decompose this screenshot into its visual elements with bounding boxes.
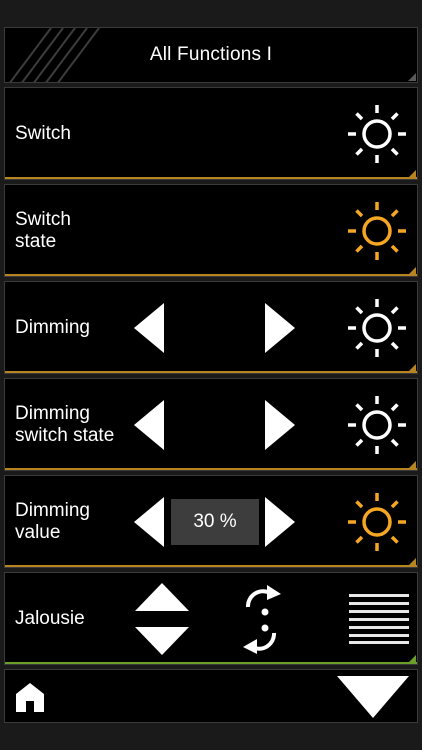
row-underline [5, 565, 417, 567]
row-underline [5, 274, 417, 276]
row-label: Dimming [15, 316, 90, 338]
row-label: Switch [15, 122, 71, 144]
row-underline [5, 468, 417, 470]
footer-bar [4, 669, 418, 723]
header-bar: All Functions I [4, 27, 418, 83]
row-label: Jalousie [15, 607, 85, 629]
blinds-icon [349, 594, 409, 644]
page-title: All Functions I [149, 44, 273, 65]
corner-marker [408, 461, 416, 469]
light-bulb-icon [348, 201, 406, 260]
up-triangle-icon[interactable] [135, 583, 189, 611]
light-bulb-icon[interactable] [345, 393, 409, 457]
dim-down-arrow-icon[interactable] [134, 302, 164, 353]
row-underline [5, 371, 417, 373]
corner-marker [408, 267, 416, 275]
dim-up-arrow-icon[interactable] [265, 302, 295, 353]
corner-marker [408, 170, 416, 178]
home-icon[interactable] [13, 680, 47, 714]
row-label: Switch state [15, 208, 71, 252]
rotate-slats-icon[interactable] [237, 581, 287, 659]
row-label: Dimming value [15, 499, 90, 543]
dim-up-arrow-icon[interactable] [265, 399, 295, 450]
light-bulb-icon[interactable] [345, 296, 409, 360]
function-row-dimming-switch-state[interactable]: Dimming switch state [4, 378, 418, 471]
function-row-dimming-value[interactable]: Dimming value 30 % [4, 475, 418, 568]
corner-marker [408, 655, 416, 663]
light-bulb-icon[interactable] [345, 102, 409, 166]
dimming-value-display[interactable]: 30 % [171, 498, 259, 545]
corner-marker [408, 364, 416, 372]
row-label: Dimming switch state [15, 402, 115, 446]
function-row-switch-state[interactable]: Switch state [4, 184, 418, 277]
row-underline [5, 662, 417, 664]
function-row-dimming[interactable]: Dimming [4, 281, 418, 374]
light-bulb-icon [348, 492, 406, 551]
corner-marker [408, 73, 416, 81]
dim-down-arrow-icon[interactable] [134, 496, 164, 547]
corner-marker [408, 558, 416, 566]
function-row-jalousie[interactable]: Jalousie [4, 572, 418, 665]
dim-up-arrow-icon[interactable] [265, 496, 295, 547]
down-arrow-icon[interactable] [337, 676, 409, 718]
function-row-switch[interactable]: Switch [4, 87, 418, 180]
down-triangle-icon[interactable] [135, 627, 189, 655]
row-underline [5, 177, 417, 179]
dim-down-arrow-icon[interactable] [134, 399, 164, 450]
